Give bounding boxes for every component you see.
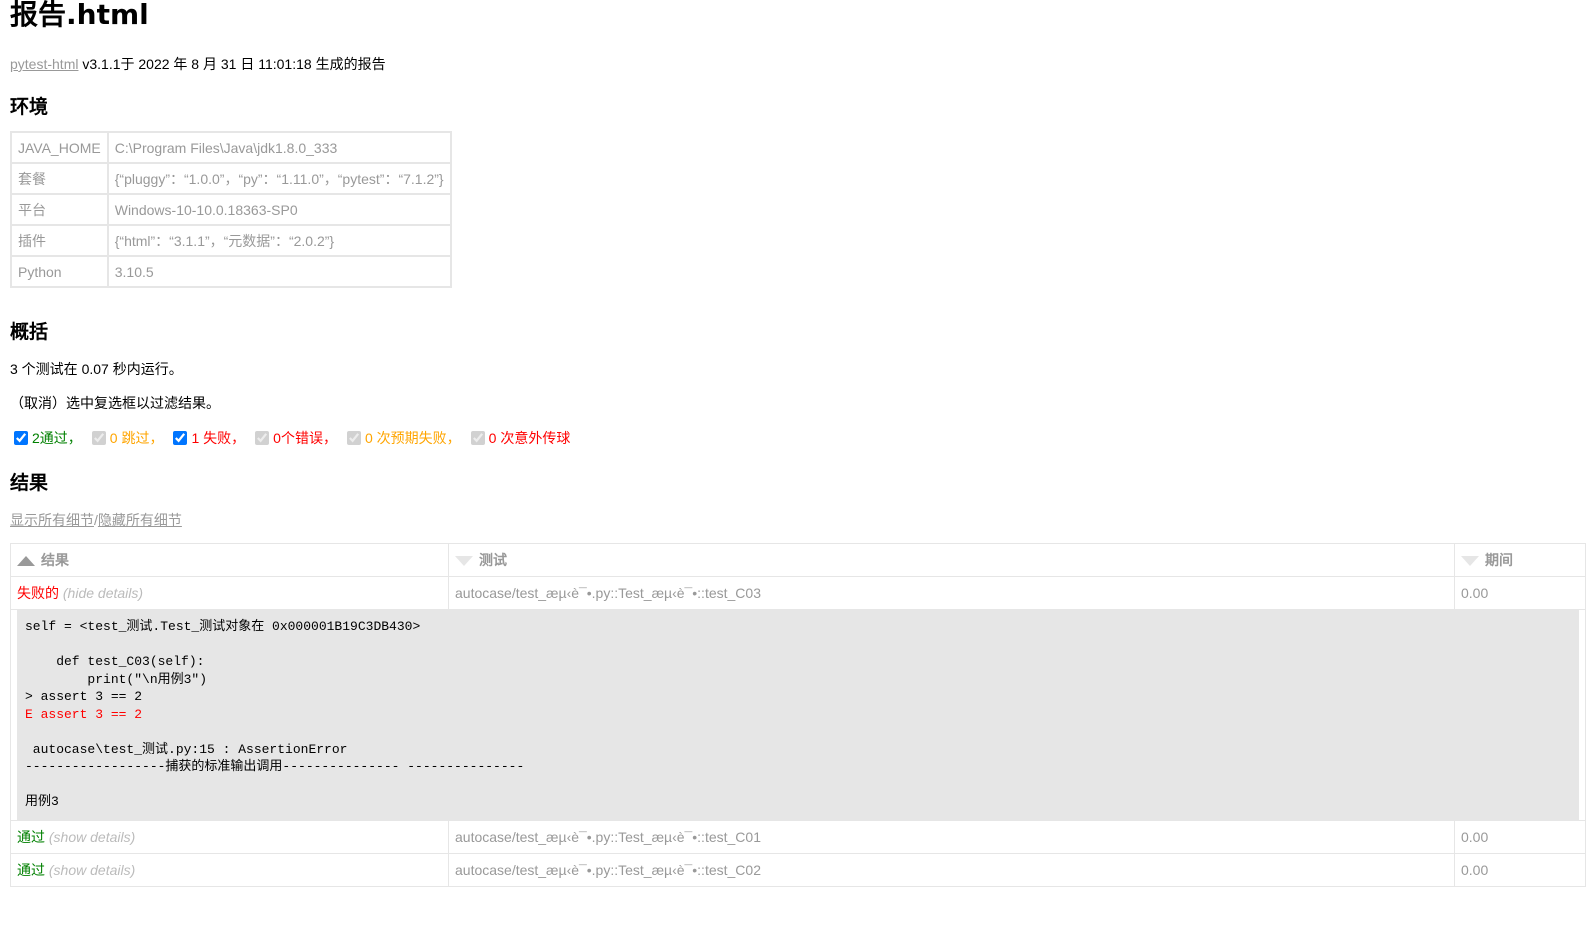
- environment-heading: 环境: [10, 96, 49, 118]
- table-row[interactable]: 通过 (show details) autocase/test_æµ‹è¯•.p…: [10, 820, 1586, 854]
- summary-heading: 概括: [10, 321, 49, 343]
- filter-checkbox-xpassed[interactable]: [470, 431, 485, 445]
- test-log-output: self = <test_测试.Test_测试对象在 0x000001B19C3…: [17, 610, 1579, 820]
- sort-desc-icon: [1461, 556, 1479, 566]
- report-page: 报告.html pytest-html v3.1.1于 2022 年 8 月 3…: [10, 0, 1586, 887]
- results-table: 结果 测试 期间 失败的 (hide details) autocase/tes…: [10, 543, 1586, 887]
- details-toggle: 显示所有细节/隐藏所有细节: [10, 510, 182, 530]
- results-header-row: 结果 测试 期间: [10, 543, 1586, 577]
- filter-checkbox-xfailed[interactable]: [346, 431, 361, 445]
- hide-all-details-link[interactable]: 隐藏所有细节: [98, 512, 182, 528]
- sort-desc-icon: [455, 556, 473, 566]
- filter-xfailed[interactable]: 0 次预期失败，: [343, 428, 461, 448]
- log-cell: self = <test_测试.Test_测试对象在 0x000001B19C3…: [10, 609, 1586, 821]
- result-status: 通过: [17, 829, 45, 845]
- filter-xpassed[interactable]: 0 次意外传球: [467, 428, 571, 448]
- env-key: JAVA_HOME: [10, 131, 109, 164]
- filter-checkbox-error[interactable]: [255, 431, 270, 445]
- filter-checkbox-failed[interactable]: [173, 431, 188, 445]
- column-header-test[interactable]: 测试: [448, 543, 1455, 577]
- filter-failed[interactable]: 1 失败，: [169, 428, 245, 448]
- result-cell: 通过 (show details): [10, 820, 449, 854]
- log-line: E assert 3 == 2: [25, 706, 143, 722]
- log-line: print("\n用例3"): [25, 671, 208, 687]
- env-value: C:\Program Files\Java\jdk1.8.0_333: [106, 131, 452, 164]
- filter-label: 0个错误，: [273, 430, 337, 446]
- hide-details-link[interactable]: (hide details): [63, 585, 143, 601]
- env-row: JAVA_HOME C:\Program Files\Java\jdk1.8.0…: [10, 131, 452, 164]
- page-title: 报告.html: [10, 0, 149, 31]
- environment-table: JAVA_HOME C:\Program Files\Java\jdk1.8.0…: [10, 131, 452, 288]
- env-row: 插件 {“html”：“3.1.1”，“元数据”：“2.0.2”}: [10, 224, 452, 257]
- log-line: ------------------捕获的标准输出调用-------------…: [25, 759, 525, 774]
- env-value: 3.10.5: [106, 255, 452, 288]
- env-row: Python 3.10.5: [10, 255, 452, 288]
- show-details-link[interactable]: (show details): [49, 862, 135, 878]
- env-value: {“pluggy”：“1.0.0”，“py”：“1.11.0”，“pytest”…: [106, 162, 452, 195]
- filter-label: 0 次预期失败，: [364, 430, 461, 446]
- filter-skipped[interactable]: 0 跳过，: [88, 428, 164, 448]
- env-row: 套餐 {“pluggy”：“1.0.0”，“py”：“1.11.0”，“pyte…: [10, 162, 452, 195]
- filter-label: 0 次意外传球: [488, 430, 571, 446]
- result-cell: 失败的 (hide details): [10, 576, 449, 610]
- env-key: 套餐: [10, 162, 109, 195]
- env-key: Python: [10, 255, 109, 288]
- table-row[interactable]: 通过 (show details) autocase/test_æµ‹è¯•.p…: [10, 853, 1586, 887]
- env-key: 插件: [10, 224, 109, 257]
- env-value: Windows-10-10.0.18363-SP0: [106, 193, 452, 226]
- duration-cell: 0.00: [1454, 820, 1586, 854]
- log-line: def test_C03(self):: [25, 654, 205, 669]
- run-summary: 3 个测试在 0.07 秒内运行。: [10, 361, 183, 377]
- results-heading: 结果: [10, 472, 49, 494]
- filter-hint: （取消）选中复选框以过滤结果。: [10, 395, 220, 411]
- env-key: 平台: [10, 193, 109, 226]
- filter-passed[interactable]: 2通过，: [10, 428, 82, 448]
- result-status: 通过: [17, 862, 45, 878]
- log-line: > assert 3 == 2: [25, 689, 143, 704]
- result-cell: 通过 (show details): [10, 853, 449, 887]
- filter-label: 2通过，: [32, 430, 82, 446]
- log-row: self = <test_测试.Test_测试对象在 0x000001B19C3…: [10, 609, 1586, 821]
- filter-checkbox-skipped[interactable]: [91, 431, 106, 445]
- table-row[interactable]: 失败的 (hide details) autocase/test_æµ‹è¯•.…: [10, 576, 1586, 610]
- log-line: autocase\test_测试.py:15 : AssertionError: [25, 741, 348, 757]
- show-details-link[interactable]: (show details): [49, 829, 135, 845]
- duration-cell: 0.00: [1454, 576, 1586, 610]
- generated-info: pytest-html v3.1.1于 2022 年 8 月 31 日 11:0…: [10, 54, 386, 74]
- filter-label: 0 跳过，: [109, 430, 164, 446]
- column-header-duration[interactable]: 期间: [1454, 543, 1586, 577]
- log-line: self = <test_测试.Test_测试对象在 0x000001B19C3…: [25, 619, 421, 634]
- filter-checkbox-passed[interactable]: [14, 431, 28, 445]
- test-name-cell: autocase/test_æµ‹è¯•.py::Test_æµ‹è¯•::te…: [448, 853, 1455, 887]
- log-line: 用例3: [25, 794, 59, 809]
- test-name-cell: autocase/test_æµ‹è¯•.py::Test_æµ‹è¯•::te…: [448, 820, 1455, 854]
- test-name-cell: autocase/test_æµ‹è¯•.py::Test_æµ‹è¯•::te…: [448, 576, 1455, 610]
- sort-asc-icon: [17, 556, 35, 566]
- generated-text: v3.1.1于 2022 年 8 月 31 日 11:01:18 生成的报告: [78, 56, 386, 72]
- env-value: {“html”：“3.1.1”，“元数据”：“2.0.2”}: [106, 224, 452, 257]
- filter-label: 1 失败，: [191, 430, 246, 446]
- pytest-html-link[interactable]: pytest-html: [10, 56, 78, 72]
- duration-cell: 0.00: [1454, 853, 1586, 887]
- filter-error[interactable]: 0个错误，: [251, 428, 337, 448]
- env-row: 平台 Windows-10-10.0.18363-SP0: [10, 193, 452, 226]
- result-status: 失败的: [17, 585, 59, 601]
- column-header-result[interactable]: 结果: [10, 543, 449, 577]
- show-all-details-link[interactable]: 显示所有细节: [10, 512, 94, 528]
- result-filters: 2通过， 0 跳过， 1 失败， 0个错误， 0 次预期失败， 0 次意外传球: [10, 428, 576, 448]
